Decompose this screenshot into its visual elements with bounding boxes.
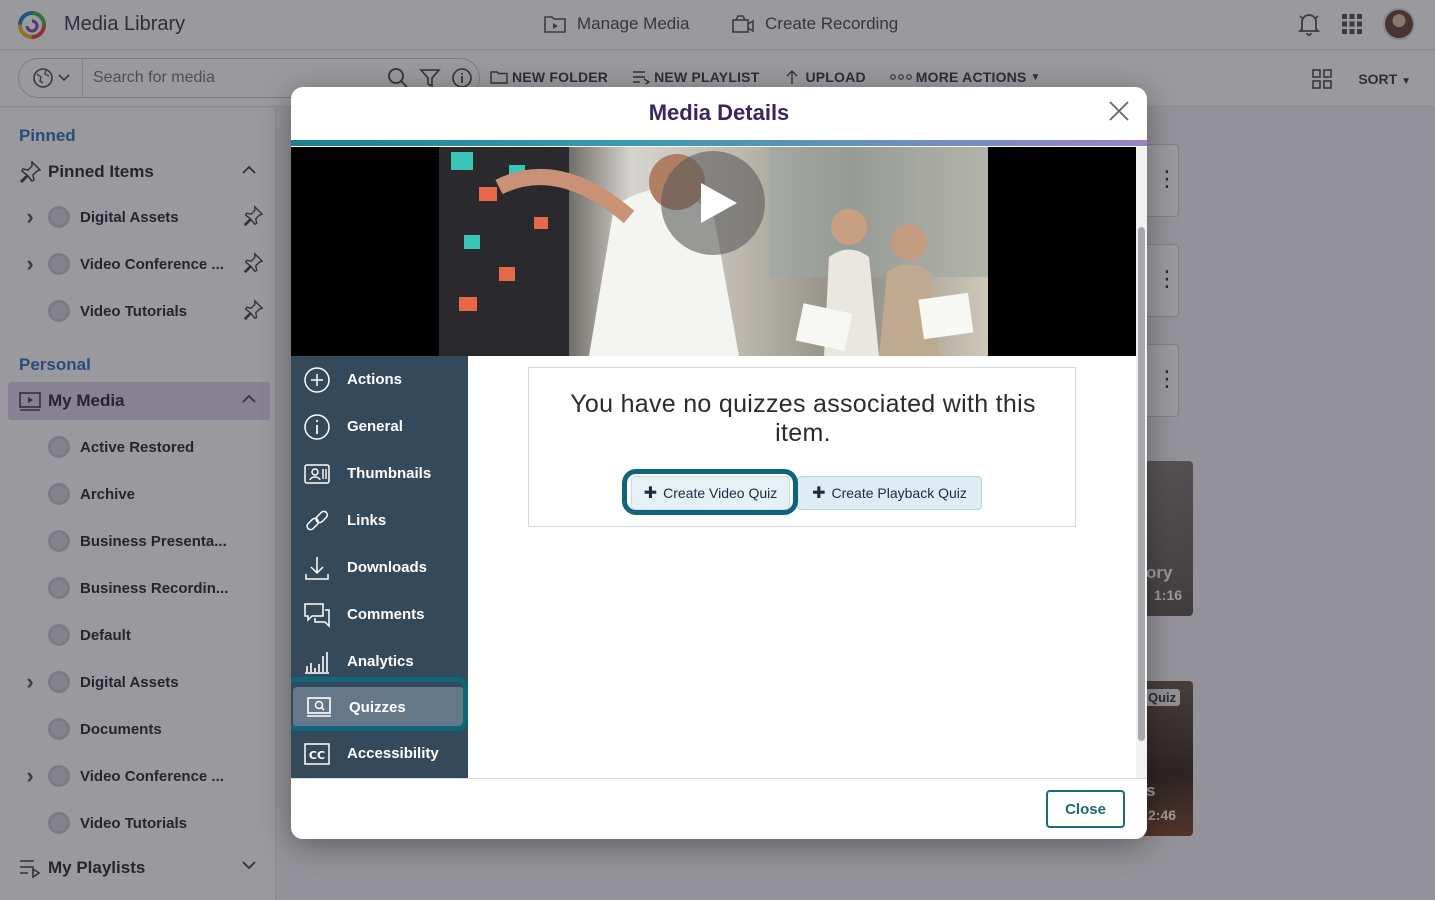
close-icon[interactable] xyxy=(1107,99,1131,123)
nav-thumbnails[interactable]: Thumbnails xyxy=(291,450,468,497)
quizzes-highlight-ring xyxy=(291,677,468,731)
svg-text:CC: CC xyxy=(309,749,325,762)
plus-circle-icon xyxy=(304,366,330,393)
comments-icon xyxy=(304,602,330,628)
video-player[interactable] xyxy=(291,147,1136,356)
nav-downloads[interactable]: Downloads xyxy=(291,544,468,591)
details-nav: Actions General Thumbnails Links Downloa… xyxy=(291,356,468,778)
nav-general[interactable]: General xyxy=(291,403,468,450)
modal-title: Media Details xyxy=(648,100,790,125)
play-button[interactable] xyxy=(661,151,765,255)
accent-bar xyxy=(291,140,1147,146)
create-video-quiz-highlight-ring xyxy=(622,469,798,515)
analytics-icon xyxy=(305,651,329,674)
download-icon xyxy=(305,556,329,580)
cc-icon: CC xyxy=(304,742,330,765)
close-button[interactable]: Close xyxy=(1046,790,1125,828)
link-icon xyxy=(306,510,329,530)
plus-icon: ✚ xyxy=(812,485,826,502)
create-playback-quiz-button[interactable]: ✚ Create Playback Quiz xyxy=(797,476,982,510)
nav-links[interactable]: Links xyxy=(291,497,468,544)
video-frame[interactable] xyxy=(439,147,988,356)
media-details-modal: Media Details Actions General Thumbnails… xyxy=(291,87,1147,839)
nav-actions[interactable]: Actions xyxy=(291,356,468,403)
scrollbar-thumb[interactable] xyxy=(1138,227,1145,741)
thumbnails-icon xyxy=(304,463,330,484)
nav-comments[interactable]: Comments xyxy=(291,591,468,638)
no-quizzes-message: You have no quizzes associated with this… xyxy=(570,390,1036,447)
quiz-panel: You have no quizzes associated with this… xyxy=(528,367,1076,527)
modal-footer: Close xyxy=(291,778,1147,839)
info-circle-icon xyxy=(304,413,330,440)
nav-accessibility[interactable]: CC Accessibility xyxy=(291,730,468,777)
